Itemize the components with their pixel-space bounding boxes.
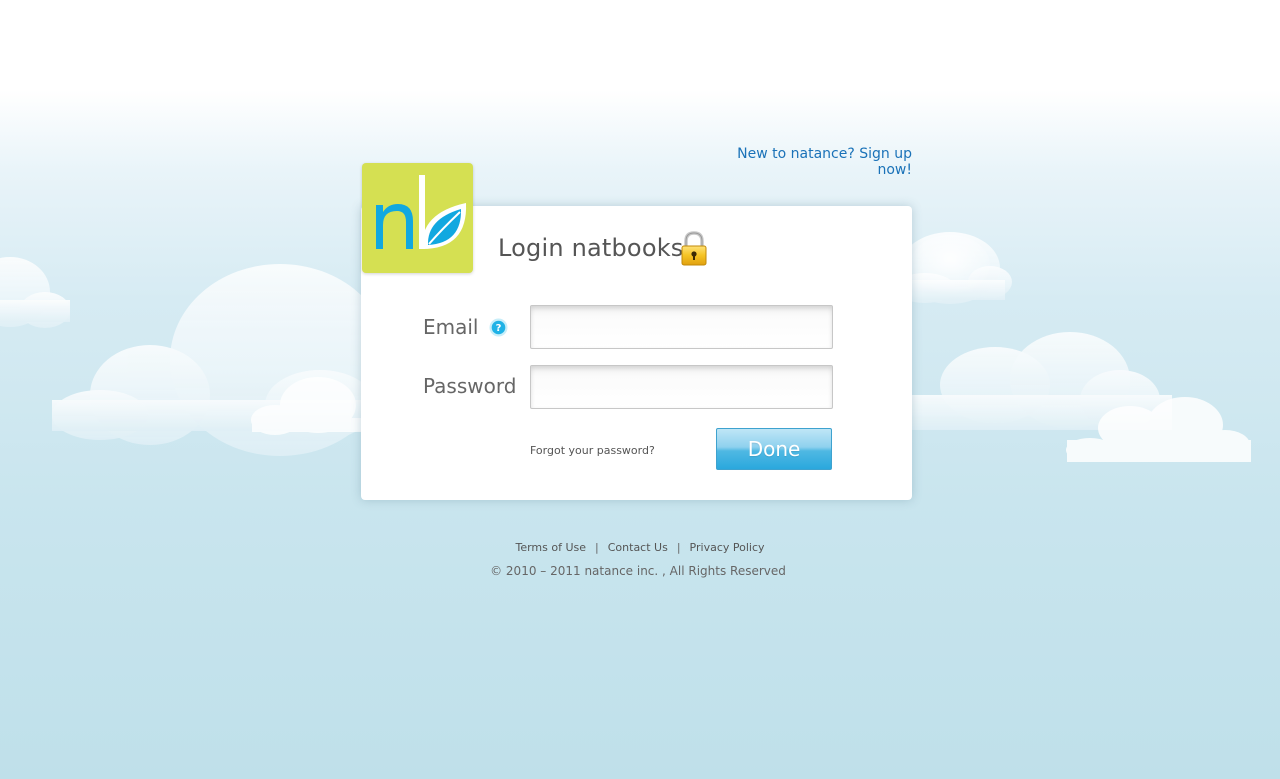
contact-us-link[interactable]: Contact Us — [608, 541, 668, 554]
forgot-password-link[interactable]: Forgot your password? — [530, 444, 655, 457]
footer-separator: | — [595, 541, 599, 554]
done-button[interactable]: Done — [716, 428, 832, 470]
svg-text:?: ? — [496, 323, 502, 334]
cloud-left-small — [0, 257, 70, 328]
copyright-text: © 2010 – 2011 natance inc. , All Rights … — [490, 564, 786, 578]
leaf-icon — [421, 203, 467, 249]
password-label: Password — [423, 374, 517, 398]
password-field[interactable] — [530, 365, 833, 409]
footer-links: Terms of Use | Contact Us | Privacy Policy — [0, 541, 1280, 554]
lock-icon — [681, 231, 707, 266]
signup-link[interactable]: New to natance? Sign up now! — [706, 146, 912, 178]
help-icon[interactable]: ? — [489, 318, 508, 337]
email-field[interactable] — [530, 305, 833, 349]
login-title: Login natbooks — [498, 234, 684, 262]
nb-logo-mark — [376, 175, 467, 249]
privacy-policy-link[interactable]: Privacy Policy — [690, 541, 765, 554]
footer-separator: | — [676, 541, 681, 554]
email-label: Email — [423, 315, 479, 339]
natbooks-logo — [362, 163, 473, 273]
terms-of-use-link[interactable]: Terms of Use — [515, 541, 586, 554]
